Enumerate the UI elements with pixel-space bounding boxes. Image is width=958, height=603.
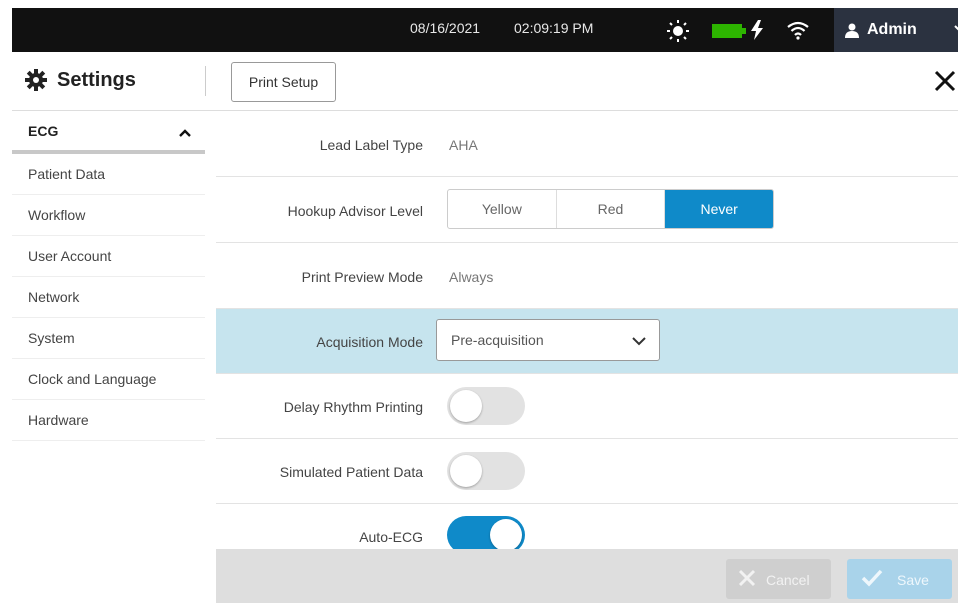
- sidebar-item-clock-and-language[interactable]: Clock and Language: [12, 359, 205, 400]
- setting-row-acquisition-mode: Acquisition Mode Pre-acquisition: [216, 309, 958, 374]
- action-footer: Cancel Save: [216, 549, 958, 603]
- chevron-down-icon: [632, 337, 646, 346]
- setting-label: Auto-ECG: [359, 529, 423, 545]
- checkmark-icon: [861, 569, 883, 587]
- setting-row-print-preview: Print Preview Mode Always: [216, 243, 958, 309]
- save-button[interactable]: Save: [847, 559, 952, 599]
- close-icon: [738, 569, 756, 587]
- status-date: 08/16/2021: [410, 20, 481, 36]
- setting-label: Delay Rhythm Printing: [283, 399, 423, 415]
- status-time: 02:09:19 PM: [514, 20, 594, 36]
- setting-label: Lead Label Type: [319, 137, 423, 153]
- sidebar-item-label: Clock and Language: [28, 371, 157, 387]
- settings-header: Settings Print Setup: [12, 52, 958, 111]
- header-divider: [205, 66, 206, 96]
- setting-row-delay-rhythm: Delay Rhythm Printing: [216, 374, 958, 439]
- toggle-knob: [490, 519, 522, 551]
- cancel-button[interactable]: Cancel: [726, 559, 831, 599]
- charging-icon: [751, 20, 763, 40]
- setting-label: Acquisition Mode: [316, 334, 423, 350]
- simulated-patient-toggle[interactable]: [447, 452, 525, 490]
- setting-row-lead-label-type: Lead Label Type AHA: [216, 111, 958, 177]
- hookup-option-yellow[interactable]: Yellow: [448, 190, 557, 228]
- settings-content: Lead Label Type AHA Hookup Advisor Level…: [216, 111, 958, 554]
- setting-label: Simulated Patient Data: [279, 464, 423, 480]
- settings-sidebar: ECG Patient Data Workflow User Account N…: [12, 111, 205, 603]
- gear-icon: [25, 69, 47, 91]
- select-value: Pre-acquisition: [451, 332, 544, 348]
- sidebar-item-hardware[interactable]: Hardware: [12, 400, 205, 441]
- save-label: Save: [897, 572, 929, 588]
- acquisition-mode-select[interactable]: Pre-acquisition: [436, 319, 660, 361]
- wifi-icon: [787, 21, 809, 40]
- sidebar-item-workflow[interactable]: Workflow: [12, 195, 205, 236]
- setting-value: Always: [449, 269, 494, 285]
- sidebar-item-label: Network: [28, 289, 80, 305]
- hookup-option-red[interactable]: Red: [557, 190, 666, 228]
- sidebar-item-system[interactable]: System: [12, 318, 205, 359]
- setting-row-hookup-advisor: Hookup Advisor Level Yellow Red Never: [216, 177, 958, 243]
- sidebar-item-label: Hardware: [28, 412, 89, 428]
- status-bar: 08/16/2021 02:09:19 PM Admin: [12, 8, 958, 52]
- user-menu-button[interactable]: Admin: [834, 8, 958, 52]
- setting-value: AHA: [449, 137, 478, 153]
- close-icon[interactable]: [934, 70, 956, 92]
- hookup-option-never[interactable]: Never: [665, 190, 773, 228]
- sidebar-item-network[interactable]: Network: [12, 277, 205, 318]
- cancel-label: Cancel: [766, 572, 810, 588]
- print-setup-button[interactable]: Print Setup: [231, 62, 336, 102]
- user-icon: [845, 23, 859, 38]
- hookup-advisor-segmented-control: Yellow Red Never: [447, 189, 774, 229]
- battery-icon: [712, 24, 746, 38]
- sidebar-section-ecg[interactable]: ECG: [12, 111, 205, 154]
- setting-label: Hookup Advisor Level: [287, 203, 423, 219]
- page-title: Settings: [57, 69, 136, 91]
- sidebar-item-user-account[interactable]: User Account: [12, 236, 205, 277]
- user-name: Admin: [867, 21, 917, 38]
- sidebar-item-label: Workflow: [28, 207, 86, 223]
- sidebar-item-patient-data[interactable]: Patient Data: [12, 154, 205, 195]
- chevron-up-icon: [179, 129, 191, 137]
- setting-row-simulated-patient: Simulated Patient Data: [216, 439, 958, 504]
- sidebar-section-label: ECG: [28, 123, 59, 139]
- setting-row-auto-ecg: Auto-ECG: [216, 504, 958, 554]
- setting-label: Print Preview Mode: [301, 269, 423, 285]
- chevron-down-icon: [954, 25, 958, 31]
- toggle-knob: [450, 455, 482, 487]
- delay-rhythm-toggle[interactable]: [447, 387, 525, 425]
- toggle-knob: [450, 390, 482, 422]
- sidebar-item-label: User Account: [28, 248, 112, 264]
- sidebar-item-label: Patient Data: [28, 166, 106, 182]
- brightness-icon[interactable]: [667, 20, 689, 42]
- sidebar-item-label: System: [28, 330, 75, 346]
